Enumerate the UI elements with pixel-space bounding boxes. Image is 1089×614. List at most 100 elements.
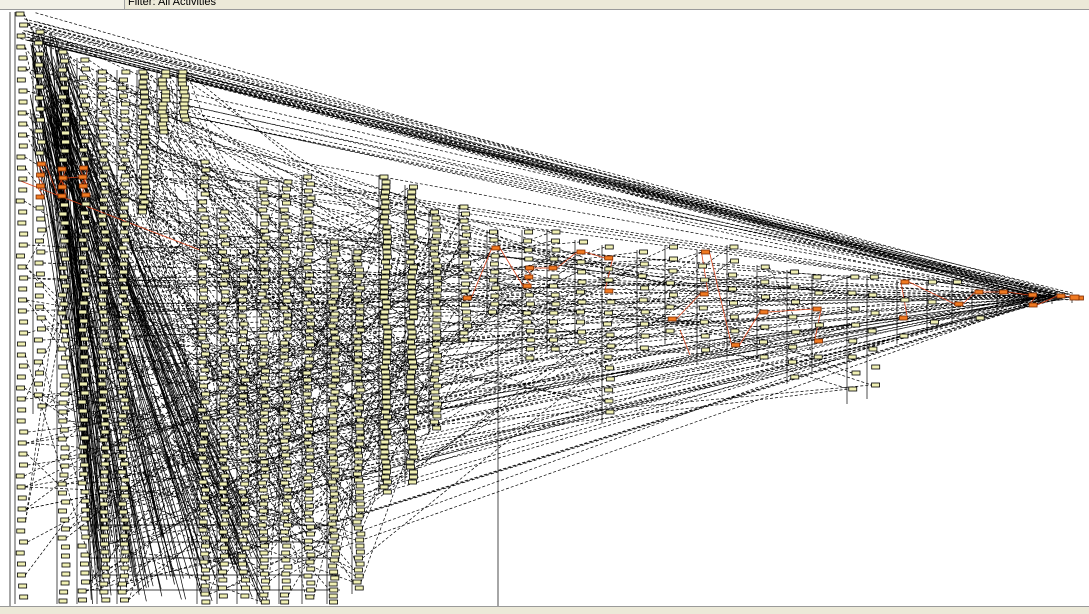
activity-box[interactable] (180, 105, 190, 111)
activity-box[interactable] (200, 159, 210, 165)
activity-box[interactable] (59, 589, 69, 595)
activity-box[interactable] (668, 292, 678, 298)
activity-box[interactable] (328, 563, 338, 569)
activity-box[interactable] (240, 497, 249, 503)
activity-box[interactable] (117, 469, 127, 475)
activity-box[interactable] (353, 471, 362, 477)
activity-box[interactable] (61, 319, 71, 325)
activity-box[interactable] (282, 277, 292, 283)
activity-box[interactable] (81, 219, 90, 225)
activity-box[interactable] (198, 503, 208, 509)
activity-box[interactable] (281, 550, 291, 556)
activity-box[interactable] (201, 599, 211, 605)
activity-box[interactable] (101, 341, 111, 347)
activity-box[interactable] (258, 508, 268, 514)
activity-box[interactable] (259, 263, 269, 269)
activity-box[interactable] (18, 363, 28, 369)
activity-box[interactable] (328, 527, 338, 533)
activity-box[interactable] (17, 341, 26, 347)
activity-box[interactable] (282, 249, 292, 255)
activity-box[interactable] (405, 239, 415, 245)
activity-box[interactable] (199, 247, 208, 253)
activity-box[interactable] (180, 113, 189, 119)
activity-box[interactable] (302, 300, 312, 306)
activity-box[interactable] (329, 557, 339, 563)
activity-box[interactable] (701, 347, 711, 353)
activity-box[interactable] (353, 249, 363, 255)
activity-box[interactable] (79, 363, 89, 369)
activity-box[interactable] (280, 599, 290, 605)
activity-box[interactable] (78, 147, 88, 153)
activity-box[interactable] (283, 494, 293, 500)
activity-box[interactable] (382, 429, 392, 435)
activity-box[interactable] (16, 154, 26, 160)
activity-box[interactable] (57, 481, 67, 487)
activity-box[interactable] (280, 270, 289, 276)
activity-box[interactable] (60, 580, 70, 586)
activity-box[interactable] (379, 319, 389, 325)
activity-box[interactable] (198, 319, 207, 325)
activity-box[interactable] (15, 198, 25, 204)
activity-box[interactable] (432, 305, 442, 311)
activity-box[interactable] (120, 557, 130, 563)
activity-box[interactable] (97, 381, 107, 387)
activity-box[interactable] (37, 403, 47, 409)
activity-box[interactable] (220, 273, 230, 279)
activity-box[interactable] (241, 585, 250, 591)
activity-box[interactable] (381, 274, 390, 280)
activity-box[interactable] (58, 265, 68, 271)
activity-box[interactable] (407, 344, 417, 350)
activity-box[interactable] (282, 424, 291, 430)
activity-box[interactable] (201, 167, 211, 173)
activity-box[interactable] (407, 439, 416, 445)
activity-box[interactable] (198, 519, 208, 525)
activity-box[interactable] (461, 232, 471, 238)
activity-box[interactable] (99, 509, 109, 515)
activity-box[interactable] (100, 141, 110, 147)
activity-box[interactable] (98, 221, 108, 227)
activity-box[interactable] (327, 299, 337, 305)
activity-box[interactable] (81, 534, 91, 540)
activity-box[interactable] (525, 301, 535, 307)
activity-box[interactable] (80, 561, 89, 567)
activity-box[interactable] (699, 319, 709, 325)
activity-box[interactable] (200, 367, 210, 373)
activity-box[interactable] (117, 365, 127, 371)
activity-box[interactable] (197, 271, 207, 277)
activity-box[interactable] (303, 188, 313, 194)
activity-box[interactable] (331, 377, 341, 383)
activity-box[interactable] (258, 424, 268, 430)
activity-box[interactable] (460, 274, 470, 280)
activity-box[interactable] (260, 571, 269, 577)
activity-box[interactable] (665, 328, 675, 334)
activity-box[interactable] (120, 597, 129, 603)
activity-box[interactable] (218, 481, 228, 487)
critical-activity-box[interactable] (524, 274, 534, 280)
activity-box[interactable] (18, 209, 28, 215)
activity-box[interactable] (37, 227, 47, 233)
activity-box[interactable] (328, 593, 338, 599)
activity-box[interactable] (409, 309, 419, 315)
activity-box[interactable] (241, 473, 250, 479)
activity-box[interactable] (524, 292, 534, 298)
activity-box[interactable] (409, 394, 419, 400)
critical-activity-box[interactable] (699, 291, 709, 297)
activity-box[interactable] (606, 343, 616, 349)
activity-box[interactable] (61, 526, 70, 532)
activity-box[interactable] (77, 588, 87, 594)
activity-box[interactable] (331, 371, 341, 377)
activity-box[interactable] (201, 543, 210, 549)
activity-box[interactable] (100, 317, 109, 323)
activity-box[interactable] (240, 345, 249, 351)
activity-box[interactable] (121, 101, 130, 107)
activity-box[interactable] (80, 57, 90, 63)
activity-box[interactable] (259, 501, 269, 507)
activity-box[interactable] (101, 597, 111, 603)
network-diagram[interactable] (0, 10, 1089, 606)
activity-box[interactable] (409, 244, 419, 250)
activity-box[interactable] (199, 559, 209, 565)
activity-box[interactable] (80, 138, 90, 144)
activity-box[interactable] (239, 353, 249, 359)
activity-box[interactable] (330, 353, 340, 359)
activity-box[interactable] (306, 468, 315, 474)
